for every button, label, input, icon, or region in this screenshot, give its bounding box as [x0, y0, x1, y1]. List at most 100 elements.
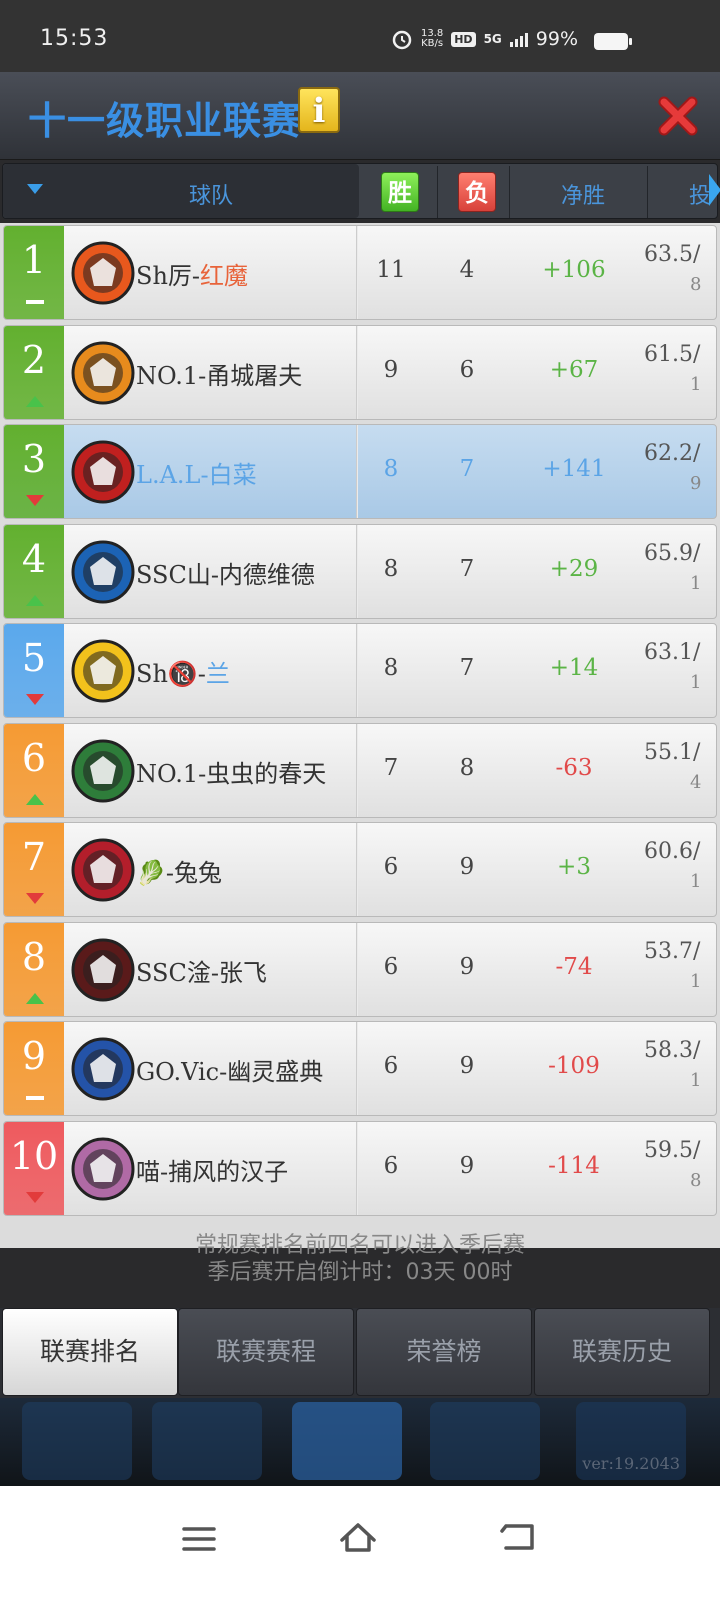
tab-league-history[interactable]: 联赛历史: [534, 1308, 710, 1396]
table-row[interactable]: 2 NO.1-甬城屠夫 9 6 +67 61.5/ 1: [3, 324, 717, 420]
net-value: +29: [549, 555, 599, 582]
column-more[interactable]: 投: [689, 178, 711, 210]
row-divider: [356, 524, 358, 618]
extra-value-sub: 1: [690, 1070, 702, 1091]
column-divider: [509, 166, 510, 218]
table-row[interactable]: 3 L.A.L-白菜 8 7 +141 62.2/ 9: [3, 424, 717, 519]
rank-down-icon: [26, 495, 44, 506]
team-logo-icon: [71, 739, 135, 802]
team-name: GO.Vic-幽灵盛典: [136, 1052, 323, 1087]
rank-badge: 1: [4, 226, 64, 319]
team-logo-icon: [71, 938, 135, 1001]
rank-up-icon: [26, 793, 44, 805]
net-value: +67: [549, 356, 599, 383]
table-row[interactable]: 6 NO.1-虫虫的春天 7 8 -63 55.1/ 4: [3, 722, 717, 818]
menu-icon[interactable]: [22, 1402, 132, 1480]
table-row[interactable]: 10 喵-捕风的汉子 6 9 -114 59.5/ 8: [3, 1120, 717, 1216]
alarm-icon: [392, 30, 412, 50]
net-value: -114: [548, 1152, 600, 1179]
extra-value-sub: 4: [690, 771, 702, 793]
column-wins[interactable]: 胜: [381, 172, 419, 212]
extra-value: 63.5/: [644, 242, 701, 267]
bottom-tabs: 联赛排名 联赛赛程 荣誉榜 联赛历史: [0, 1308, 720, 1398]
column-losses[interactable]: 负: [458, 172, 496, 212]
extra-value-sub: 8: [690, 1169, 702, 1191]
notice-line-1: 常规赛排名前四名可以进入季后赛: [194, 1233, 525, 1258]
extra-value: 61.5/: [644, 341, 701, 367]
rank-number: 8: [21, 934, 47, 979]
sort-arrow-icon: [27, 184, 43, 194]
table-row[interactable]: 4 SSC山-内德维德 8 7 +29 65.9/ 1: [3, 523, 717, 619]
game-menu-bar: ver:19.2043: [0, 1398, 720, 1486]
close-icon[interactable]: [658, 96, 698, 136]
net-value: +3: [557, 854, 591, 880]
net-value: +14: [549, 655, 599, 681]
net-value: -74: [555, 953, 593, 980]
rank-number: 9: [21, 1034, 47, 1078]
sort-team-button[interactable]: 球队: [3, 164, 359, 218]
column-divider: [647, 166, 648, 218]
table-row[interactable]: 1 Sh厉-红魔 11 4 +106 63.5/ 8: [3, 225, 717, 320]
money-icon[interactable]: [152, 1402, 262, 1480]
column-net[interactable]: 净胜: [561, 178, 605, 210]
extra-value-sub: 1: [690, 970, 702, 992]
team-name-prefix: SSC淦-张飞: [136, 958, 267, 987]
net-speed: 13.8 KB/s: [421, 29, 443, 49]
back-icon[interactable]: [500, 1522, 536, 1552]
team-name-prefix: Sh厉-: [136, 262, 201, 290]
team-name: SSC淦-张飞: [136, 953, 267, 988]
team-name: L.A.L-白菜: [136, 455, 257, 490]
tab-honor-roll[interactable]: 荣誉榜: [356, 1308, 532, 1396]
extra-value-sub: 1: [690, 871, 702, 892]
net-value: -63: [555, 754, 593, 781]
mail-icon[interactable]: [430, 1402, 540, 1480]
rank-flat-icon: [26, 1096, 44, 1100]
team-logo-icon: [71, 341, 135, 404]
standings-table: 1 Sh厉-红魔 11 4 +106 63.5/ 8 2 NO.1-甬城屠夫 9…: [0, 223, 720, 1248]
team-name-prefix: SSC山-内德维德: [136, 560, 315, 589]
status-icons: 13.8 KB/s HD 5G 99%: [391, 28, 628, 50]
signal-icon: [509, 31, 528, 47]
team-logo-icon: [71, 639, 135, 703]
net-value: -109: [548, 1053, 600, 1079]
losses-value: 8: [459, 754, 475, 781]
team-name: NO.1-虫虫的春天: [136, 754, 326, 789]
table-row[interactable]: 9 GO.Vic-幽灵盛典 6 9 -109 58.3/ 1: [3, 1021, 717, 1116]
team-name: 🥬-兔兔: [136, 853, 222, 888]
rank-badge: 3: [4, 425, 64, 518]
row-divider: [356, 624, 358, 717]
team-name-prefix: L.A.L-白菜: [136, 461, 257, 489]
table-row[interactable]: 7 🥬-兔兔 6 9 +3 60.6/ 1: [3, 822, 717, 917]
tab-league-schedule[interactable]: 联赛赛程: [178, 1308, 354, 1396]
league-header: 十一级职业联赛 i: [0, 72, 720, 160]
table-row[interactable]: 8 SSC淦-张飞 6 9 -74 53.7/ 1: [3, 921, 717, 1017]
scroll-right-arrow-icon[interactable]: [709, 174, 720, 206]
extra-value-sub: 1: [690, 373, 702, 395]
rank-down-icon: [26, 694, 44, 705]
rank-badge: 9: [4, 1022, 64, 1115]
extra-value: 62.2/: [644, 441, 701, 466]
row-divider: [356, 226, 358, 319]
rank-badge: 2: [4, 325, 64, 419]
wins-value: 6: [383, 854, 399, 880]
playoff-notice: 常规赛排名前四名可以进入季后赛 季后赛开启倒计时：03天 00时: [0, 1232, 720, 1286]
wins-value: 6: [383, 1053, 399, 1079]
extra-value-sub: 8: [690, 274, 702, 295]
table-row[interactable]: 5 Sh🔞-兰 8 7 +14 63.1/ 1: [3, 623, 717, 718]
tab-league-ranking[interactable]: 联赛排名: [2, 1308, 178, 1396]
rank-badge: 7: [4, 823, 64, 916]
league-icon[interactable]: [292, 1402, 402, 1480]
rank-number: 1: [21, 238, 47, 282]
losses-value: 9: [459, 1053, 475, 1079]
wins-value: 8: [383, 655, 399, 681]
team-name-suffix: 红魔: [200, 262, 249, 290]
extra-value-sub: 1: [690, 572, 702, 594]
extra-value: 60.6/: [644, 839, 701, 864]
row-divider: [356, 325, 358, 419]
info-icon[interactable]: i: [298, 87, 340, 133]
extra-value: 59.5/: [644, 1137, 701, 1163]
rank-up-icon: [26, 594, 44, 606]
menu-icon[interactable]: [182, 1526, 216, 1552]
rank-number: 2: [21, 337, 47, 382]
home-icon[interactable]: [338, 1520, 378, 1554]
